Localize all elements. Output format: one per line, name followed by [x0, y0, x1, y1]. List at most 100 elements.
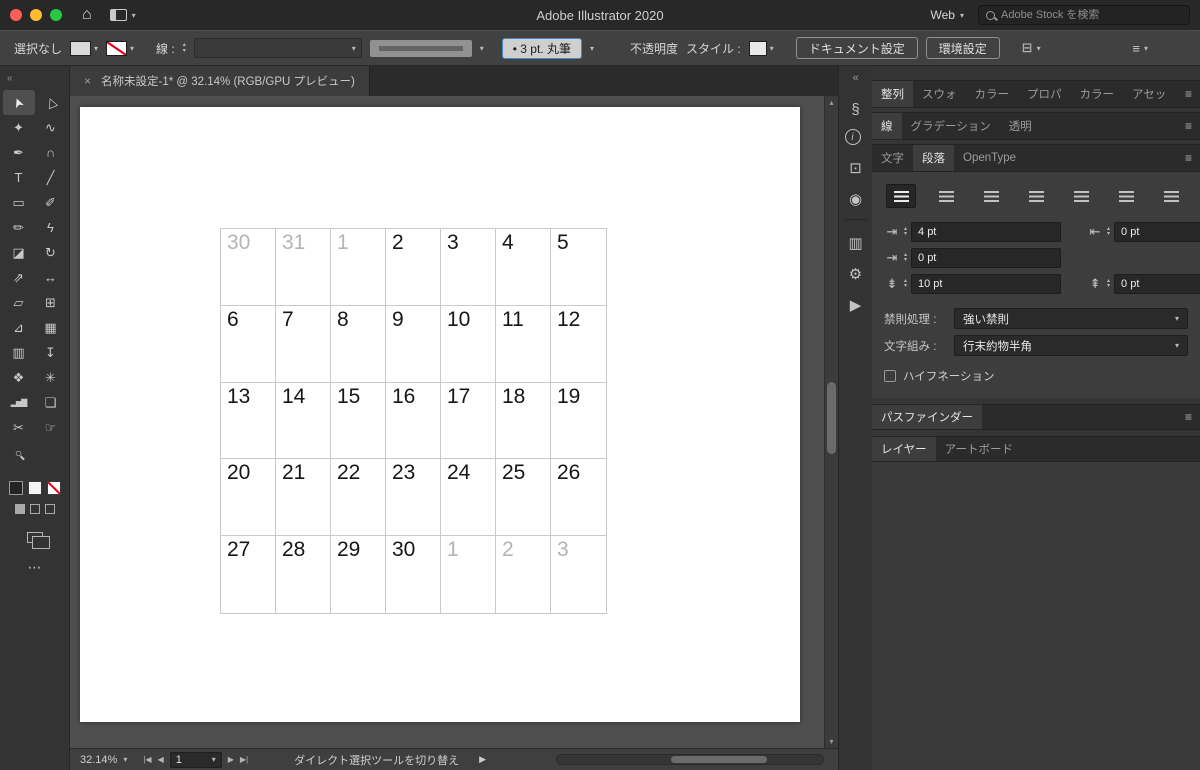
close-window-button[interactable]: [10, 9, 22, 21]
calendar-cell[interactable]: 30: [221, 229, 276, 306]
calendar-cell[interactable]: 3: [551, 536, 606, 613]
justify-all-button[interactable]: [1156, 184, 1186, 208]
panel-tab-4[interactable]: カラー: [1071, 81, 1124, 107]
shape-builder-tool[interactable]: ⊞: [35, 290, 67, 315]
first-line-indent-stepper[interactable]: ▴ ▾: [904, 252, 907, 263]
stepper-down-icon[interactable]: ▾: [1107, 283, 1110, 289]
chevron-down-icon[interactable]: ▾: [590, 44, 594, 53]
style-swatch[interactable]: [748, 40, 767, 56]
calendar-cell[interactable]: 22: [331, 459, 386, 537]
calendar-cell[interactable]: 24: [441, 459, 496, 537]
artboard-tool[interactable]: ❏: [35, 390, 67, 415]
workspace-selector[interactable]: Web ▾: [931, 8, 964, 22]
shaper-tool[interactable]: ϟ: [35, 215, 67, 240]
right-indent-stepper[interactable]: ▴ ▾: [1107, 226, 1110, 237]
panel-menu-icon[interactable]: ≡: [1185, 151, 1192, 165]
panel-menu-icon[interactable]: ≡: [1185, 119, 1192, 133]
panel-tab-1[interactable]: スウォ: [913, 81, 966, 107]
lasso-tool[interactable]: ∿: [35, 115, 67, 140]
panel-tab-0[interactable]: レイヤー: [872, 437, 936, 461]
calendar-cell[interactable]: 7: [276, 305, 331, 383]
home-icon[interactable]: ⌂: [82, 6, 92, 24]
mesh-tool[interactable]: ▦: [35, 315, 67, 340]
calendar-cell[interactable]: 29: [331, 536, 386, 613]
space-before-field[interactable]: [911, 274, 1062, 294]
last-artboard-button[interactable]: ▶|: [240, 755, 248, 764]
stroke-weight-combo[interactable]: ▾: [193, 38, 362, 58]
horizontal-scrollbar[interactable]: [556, 754, 824, 765]
horizontal-scrollbar-thumb[interactable]: [671, 756, 768, 763]
slice-tool[interactable]: ✂: [3, 415, 35, 440]
calendar-cell[interactable]: 28: [276, 536, 331, 613]
align-right-button[interactable]: [976, 184, 1006, 208]
free-transform-tool[interactable]: ▱: [3, 290, 35, 315]
panel-tab-1[interactable]: 段落: [913, 145, 954, 171]
mojikumi-dropdown[interactable]: 行末約物半角 ▾: [954, 335, 1188, 356]
status-play-icon[interactable]: ▶: [479, 754, 486, 765]
scroll-down-icon[interactable]: ▾: [825, 737, 838, 746]
left-indent-stepper[interactable]: ▴ ▾: [904, 226, 907, 237]
close-document-icon[interactable]: ×: [84, 74, 91, 88]
panel-tab-3[interactable]: プロパ: [1018, 81, 1071, 107]
space-after-stepper[interactable]: ▴ ▾: [1107, 278, 1110, 289]
panel-tab-0[interactable]: 線: [872, 113, 902, 139]
calendar-cell[interactable]: 9: [386, 305, 441, 383]
panel-dock-control[interactable]: ≡ ▾: [1132, 41, 1148, 56]
magic-wand-tool[interactable]: ✦: [3, 115, 35, 140]
align-center-button[interactable]: [931, 184, 961, 208]
panel-tab-5[interactable]: アセッ: [1123, 81, 1175, 107]
previous-artboard-button[interactable]: ◀: [158, 755, 164, 764]
calendar-cell[interactable]: 23: [386, 459, 441, 537]
none-color-swatch[interactable]: [46, 481, 61, 495]
panel-tab-2[interactable]: OpenType: [954, 145, 1025, 171]
panel-tab-0[interactable]: パスファインダー: [872, 405, 982, 429]
calendar-cell[interactable]: 1: [331, 229, 386, 306]
scroll-up-icon[interactable]: ▴: [825, 98, 838, 107]
edit-toolbar-button[interactable]: ⋯: [0, 559, 69, 576]
calendar-cell[interactable]: 8: [331, 305, 386, 383]
width-tool[interactable]: ↔: [35, 265, 67, 290]
calendar-cell[interactable]: 18: [496, 382, 551, 460]
info-icon[interactable]: i: [844, 129, 861, 145]
right-indent-field[interactable]: [1114, 222, 1200, 242]
calendar-cell[interactable]: 26: [551, 459, 606, 537]
stepper-down-icon[interactable]: ▾: [1107, 231, 1110, 237]
stepper-down-icon[interactable]: ▾: [904, 283, 907, 289]
graph-icon[interactable]: ▥: [845, 232, 867, 254]
left-indent-field[interactable]: [911, 222, 1062, 242]
draw-behind-mode-button[interactable]: [29, 504, 40, 514]
zoom-level[interactable]: 32.14%: [80, 754, 117, 766]
align-left-button[interactable]: [886, 184, 916, 208]
first-artboard-button[interactable]: |◀: [143, 755, 151, 764]
fill-color-control[interactable]: ▾: [70, 40, 98, 56]
zoom-chevron-icon[interactable]: ▾: [123, 755, 127, 764]
minimize-window-button[interactable]: [30, 9, 42, 21]
calendar-cell[interactable]: 1: [441, 536, 496, 613]
stepper-down-icon[interactable]: ▾: [183, 48, 186, 54]
curvature-tool[interactable]: ∩: [35, 140, 67, 165]
hand-tool[interactable]: ☞: [35, 415, 67, 440]
screen-mode-button[interactable]: [26, 532, 50, 549]
panel-menu-icon[interactable]: ≡: [1185, 410, 1192, 424]
calendar-cell[interactable]: 15: [331, 382, 386, 460]
justify-last-center-button[interactable]: [1066, 184, 1096, 208]
collapse-tools-icon[interactable]: «: [7, 73, 13, 84]
panel-tab-0[interactable]: 文字: [872, 145, 913, 171]
stroke-weight-stepper[interactable]: ▴ ▾: [183, 42, 186, 54]
rectangle-tool[interactable]: ▭: [3, 190, 35, 215]
calendar-cell[interactable]: 31: [276, 229, 331, 306]
calendar-cell[interactable]: 2: [386, 229, 441, 306]
draw-normal-mode-button[interactable]: [14, 504, 25, 514]
calendar-cell[interactable]: 10: [441, 305, 496, 383]
zoom-tool[interactable]: ○: [3, 440, 35, 465]
direct-selection-tool[interactable]: ▷: [35, 90, 67, 115]
pencil-tool[interactable]: ✏: [3, 215, 35, 240]
calendar-cell[interactable]: 14: [276, 382, 331, 460]
pen-tool[interactable]: ✒: [3, 140, 35, 165]
space-after-field[interactable]: [1114, 274, 1200, 294]
type-tool[interactable]: T: [3, 165, 35, 190]
calendar-cell[interactable]: 6: [221, 305, 276, 383]
style-control[interactable]: ▾: [748, 40, 774, 56]
vertical-scrollbar[interactable]: ▴ ▾: [824, 96, 838, 748]
panel-tab-1[interactable]: グラデーション: [902, 113, 1000, 139]
